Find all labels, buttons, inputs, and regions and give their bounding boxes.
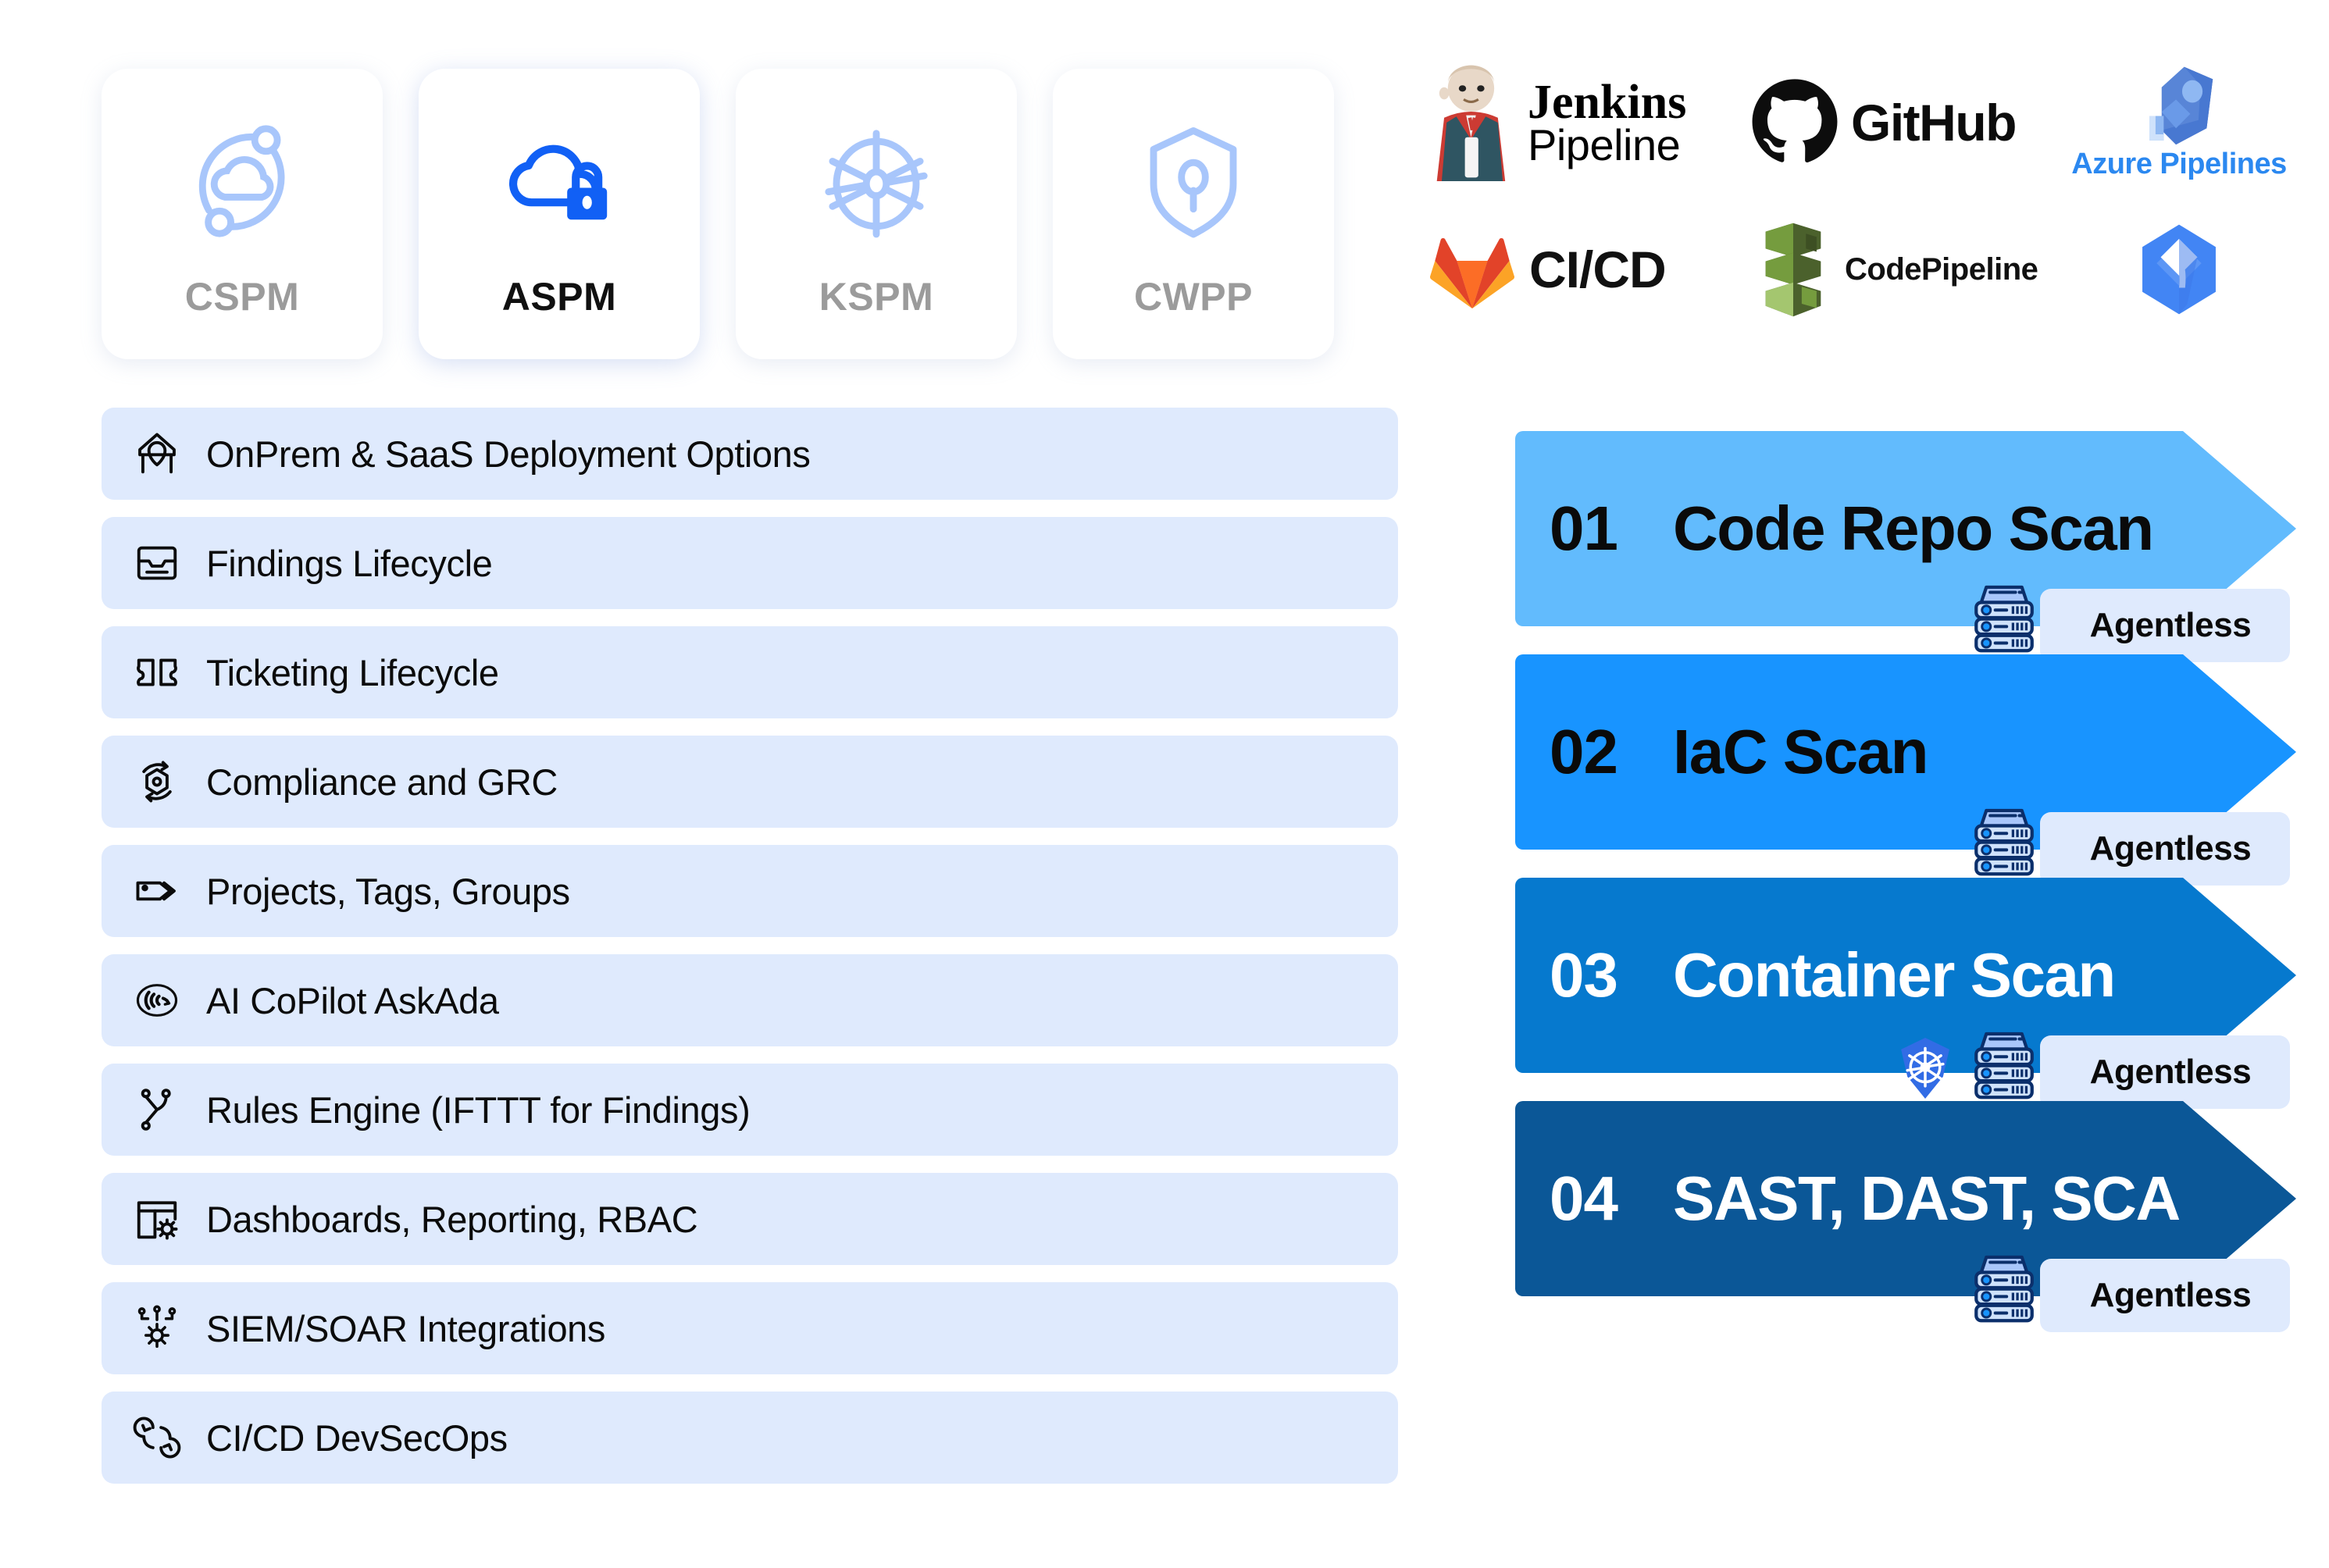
github-cat-icon xyxy=(1752,79,1838,163)
scan-number: 04 xyxy=(1550,1164,1618,1233)
feature-row-cicd-devsecops[interactable]: CI/CD DevSecOps xyxy=(102,1392,1398,1484)
logo-row-bottom: CI/CD CodePipeline xyxy=(1421,203,2296,336)
feature-row-projects-tags-groups[interactable]: Projects, Tags, Groups xyxy=(102,845,1398,937)
scan-stage-02[interactable]: 02 IaC Scan Agentless xyxy=(1515,654,2296,886)
scan-number: 02 xyxy=(1550,717,1618,786)
scan-badge-row: Agentless xyxy=(1892,1024,2290,1109)
feature-row-findings-lifecycle[interactable]: Findings Lifecycle xyxy=(102,517,1398,609)
pillar-card-group: CSPM ASPM KSPM CWPP xyxy=(102,69,1334,359)
agentless-badge: Agentless xyxy=(2040,812,2290,886)
agentless-badge: Agentless xyxy=(2040,1259,2290,1332)
azure-pipelines-icon xyxy=(2149,66,2213,144)
server-stack-icon xyxy=(1963,1247,2045,1332)
pillar-label: KSPM xyxy=(819,275,934,319)
feature-label: Compliance and GRC xyxy=(206,761,558,803)
scan-title: IaC Scan xyxy=(1673,717,1928,787)
inbox-tray-icon xyxy=(133,539,198,587)
pillar-label: CSPM xyxy=(184,275,300,319)
ai-copilot-icon xyxy=(133,976,198,1025)
infographic-root: CSPM ASPM KSPM CWPP Jenkins Pipeline Git… xyxy=(0,0,2329,1568)
gitlab-cicd-logo: CI/CD xyxy=(1421,226,1749,312)
feature-label: SIEM/SOAR Integrations xyxy=(206,1307,606,1349)
pipeline-label: Pipeline xyxy=(1528,119,1681,169)
pillar-card-aspm[interactable]: ASPM xyxy=(419,69,700,359)
feature-row-rules-engine[interactable]: Rules Engine (IFTTT for Findings) xyxy=(102,1064,1398,1156)
server-stack-icon xyxy=(1963,1024,2045,1109)
feature-row-dashboards-reporting-rbac[interactable]: Dashboards, Reporting, RBAC xyxy=(102,1173,1398,1265)
scan-stage-01[interactable]: 01 Code Repo Scan Agentless xyxy=(1515,431,2296,662)
server-stack-icon xyxy=(1963,577,2045,662)
siem-soar-gear-icon xyxy=(133,1304,198,1352)
gitlab-fox-icon xyxy=(1430,237,1514,309)
codepipeline-blocks-icon xyxy=(1765,223,1821,316)
scan-number: 03 xyxy=(1550,940,1618,1010)
shield-keyhole-icon xyxy=(1127,109,1260,254)
feature-label: AI CoPilot AskAda xyxy=(206,979,499,1021)
scan-title: SAST, DAST, SCA xyxy=(1673,1164,2181,1234)
compliance-cycle-icon xyxy=(133,757,198,806)
feature-row-ticketing-lifecycle[interactable]: Ticketing Lifecycle xyxy=(102,626,1398,718)
feature-row-compliance-grc[interactable]: Compliance and GRC xyxy=(102,736,1398,828)
feature-list: OnPrem & SaaS Deployment Options Finding… xyxy=(102,408,1398,1501)
agentless-badge: Agentless xyxy=(2040,589,2290,662)
dashboard-gear-icon xyxy=(133,1195,198,1243)
scan-stage-03[interactable]: 03 Container Scan Agentless xyxy=(1515,878,2296,1109)
azure-pipelines-logo: Azure Pipelines xyxy=(2062,65,2296,181)
feature-row-siem-soar-integrations[interactable]: SIEM/SOAR Integrations xyxy=(102,1282,1398,1374)
logo-row-top: Jenkins Pipeline GitHub Azure Pipelines xyxy=(1421,48,2296,197)
cloud-lock-icon xyxy=(493,109,626,254)
feature-label: OnPrem & SaaS Deployment Options xyxy=(206,433,811,475)
pillar-label: CWPP xyxy=(1134,275,1253,319)
jenkins-pipeline-logo: Jenkins Pipeline xyxy=(1421,64,1749,181)
scan-stage-list: 01 Code Repo Scan Agentless 02 IaC Scan … xyxy=(1515,431,2296,1332)
azure-pipelines-label: Azure Pipelines xyxy=(2071,147,2287,180)
rules-branch-icon xyxy=(133,1085,198,1134)
integration-logo-grid: Jenkins Pipeline GitHub Azure Pipelines … xyxy=(1421,48,2296,336)
scan-title: Container Scan xyxy=(1673,940,2116,1010)
github-logo: GitHub xyxy=(1749,77,2062,168)
feature-row-onprem-saas[interactable]: OnPrem & SaaS Deployment Options xyxy=(102,408,1398,500)
pillar-card-cwpp[interactable]: CWPP xyxy=(1053,69,1334,359)
feature-label: Findings Lifecycle xyxy=(206,542,493,584)
cicd-loop-icon xyxy=(133,1413,198,1462)
tag-icon xyxy=(133,867,198,915)
server-stack-icon xyxy=(1963,800,2045,886)
scan-badge-row: Agentless xyxy=(1963,1247,2290,1332)
jenkins-label: Jenkins xyxy=(1528,75,1687,129)
feature-label: CI/CD DevSecOps xyxy=(206,1417,508,1459)
pillar-label: ASPM xyxy=(501,275,617,319)
google-cloud-build-logo xyxy=(2062,223,2296,316)
agentless-badge: Agentless xyxy=(2040,1035,2290,1109)
aws-codepipeline-logo: CodePipeline xyxy=(1749,221,2062,319)
scan-title: Code Repo Scan xyxy=(1673,494,2154,564)
pillar-card-cspm[interactable]: CSPM xyxy=(102,69,383,359)
jenkins-butler-icon xyxy=(1436,65,1506,181)
feature-label: Projects, Tags, Groups xyxy=(206,870,570,912)
gitlab-cicd-label: CI/CD xyxy=(1529,241,1667,298)
feature-label: Ticketing Lifecycle xyxy=(206,651,499,693)
pillar-card-kspm[interactable]: KSPM xyxy=(736,69,1017,359)
cloud-build-hex-icon xyxy=(2142,224,2216,315)
kubernetes-helm-icon xyxy=(810,109,943,254)
cloud-orbit-icon xyxy=(176,109,309,254)
kubernetes-icon xyxy=(1892,1035,1959,1106)
scan-badge-row: Agentless xyxy=(1963,577,2290,662)
scan-number: 01 xyxy=(1550,494,1618,563)
codepipeline-label: CodePipeline xyxy=(1845,251,2038,287)
github-label: GitHub xyxy=(1851,94,2017,151)
ticket-icon xyxy=(133,648,198,697)
feature-label: Rules Engine (IFTTT for Findings) xyxy=(206,1089,751,1131)
feature-row-ai-copilot-askada[interactable]: AI CoPilot AskAda xyxy=(102,954,1398,1046)
scan-stage-04[interactable]: 04 SAST, DAST, SCA Agentless xyxy=(1515,1101,2296,1332)
onprem-house-icon xyxy=(133,429,198,478)
scan-badge-row: Agentless xyxy=(1963,800,2290,886)
feature-label: Dashboards, Reporting, RBAC xyxy=(206,1198,698,1240)
